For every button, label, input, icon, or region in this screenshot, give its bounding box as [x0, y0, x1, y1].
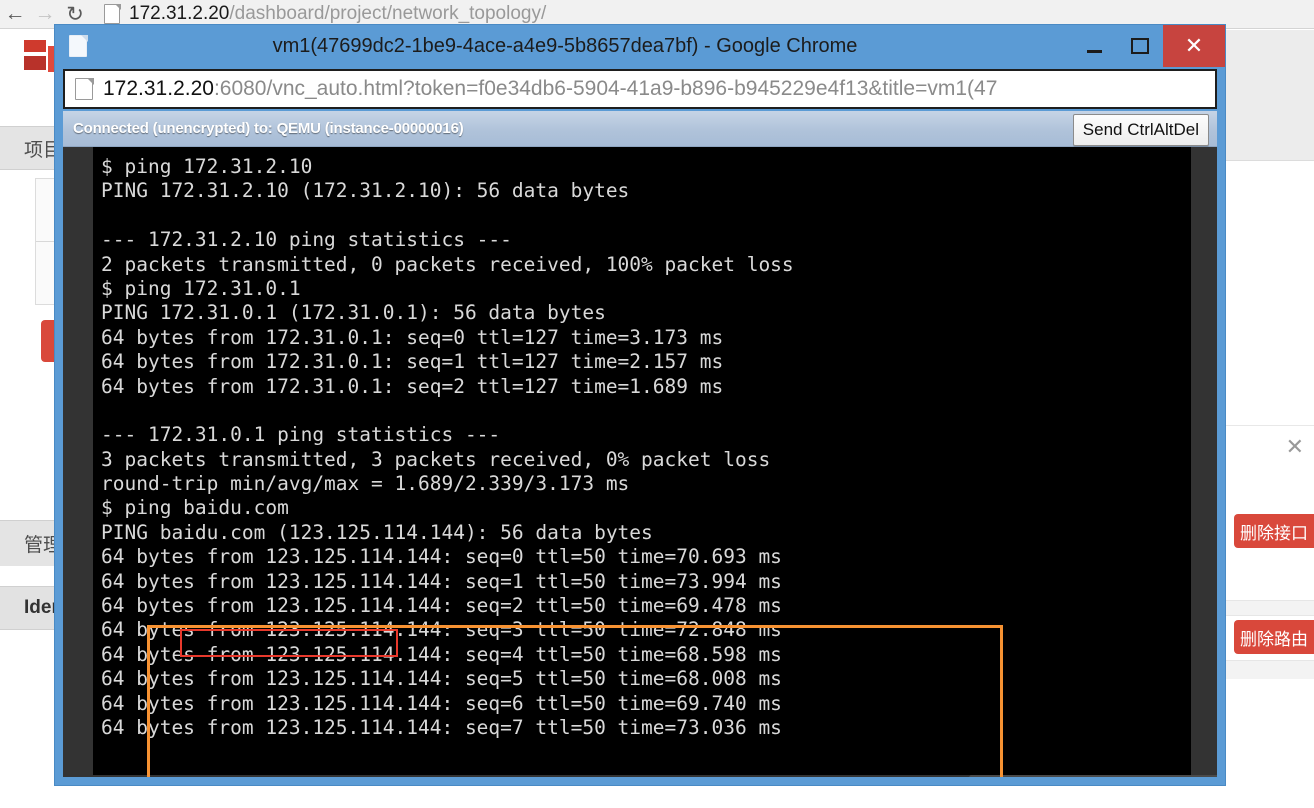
maximize-button[interactable] — [1117, 25, 1163, 67]
vnc-address-text: 172.31.2.20:6080/vnc_auto.html?token=f0e… — [103, 77, 997, 101]
window-controls: ✕ — [1071, 25, 1225, 67]
terminal-line: 64 bytes from 123.125.114.144: seq=3 ttl… — [101, 618, 782, 642]
close-icon: ✕ — [1184, 33, 1204, 58]
terminal-line: --- 172.31.0.1 ping statistics --- — [101, 423, 501, 447]
terminal-line: 64 bytes from 123.125.114.144: seq=0 ttl… — [101, 545, 782, 569]
send-ctrl-alt-del-label: Send CtrlAltDel — [1082, 120, 1199, 139]
terminal-line: 2 packets transmitted, 0 packets receive… — [101, 252, 794, 276]
terminal-line: PING baidu.com (123.125.114.144): 56 dat… — [101, 520, 653, 544]
terminal-line: PING 172.31.0.1 (172.31.0.1): 56 data by… — [101, 301, 606, 325]
terminal-line: 64 bytes from 123.125.114.144: seq=4 ttl… — [101, 642, 782, 666]
terminal-line: $ ping 172.31.0.1 — [101, 276, 301, 300]
window-title: vm1(47699dc2-1be9-4ace-a4e9-5b8657dea7bf… — [272, 34, 858, 57]
vnc-console-window: vm1(47699dc2-1be9-4ace-a4e9-5b8657dea7bf… — [55, 25, 1225, 785]
reload-icon[interactable]: ↻ — [60, 0, 90, 28]
card-footer — [1219, 660, 1314, 679]
terminal-line: $ ping 172.31.2.10 — [101, 155, 313, 178]
terminal-line: $ ping baidu.com — [101, 496, 289, 520]
delete-port-button[interactable]: 删除接口 — [1234, 514, 1314, 548]
terminal-line: 64 bytes from 172.31.0.1: seq=0 ttl=127 … — [101, 325, 724, 349]
terminal-output[interactable]: $ ping 172.31.2.10 PING 172.31.2.10 (172.… — [93, 147, 1191, 775]
maximize-icon — [1131, 38, 1149, 54]
novnc-status-bar: Connected (unencrypted) to: QEMU (instan… — [63, 111, 1217, 147]
connection-status-text: Connected (unencrypted) to: QEMU (instan… — [73, 120, 464, 137]
vnc-screen-canvas[interactable]: $ ping 172.31.2.10 PING 172.31.2.10 (172.… — [63, 147, 1217, 777]
terminal-line: 64 bytes from 123.125.114.144: seq=7 ttl… — [101, 715, 782, 739]
close-window-button[interactable]: ✕ — [1163, 25, 1225, 67]
browser-address-bar[interactable]: 172.31.2.20/dashboard/project/network_to… — [104, 0, 546, 28]
back-arrow-icon[interactable]: ← — [0, 0, 30, 28]
right-top-panel — [1218, 30, 1314, 161]
card-separator — [1219, 600, 1314, 616]
terminal-line: 64 bytes from 123.125.114.144: seq=6 ttl… — [101, 691, 782, 715]
page-document-icon — [75, 77, 94, 100]
delete-router-button[interactable]: 删除路由 — [1234, 620, 1314, 654]
vnc-address-rest: :6080/vnc_auto.html?token=f0e34db6-5904-… — [213, 77, 998, 100]
window-title-bar[interactable]: vm1(47699dc2-1be9-4ace-a4e9-5b8657dea7bf… — [55, 25, 1225, 67]
terminal-line: PING 172.31.2.10 (172.31.2.10): 56 data … — [101, 179, 630, 203]
address-host: 172.31.2.20 — [129, 3, 230, 24]
terminal-line: round-trip min/avg/max = 1.689/2.339/3.1… — [101, 472, 630, 496]
terminal-line: 64 bytes from 123.125.114.144: seq=1 ttl… — [101, 569, 782, 593]
vnc-address-host: 172.31.2.20 — [103, 77, 214, 100]
page-document-icon — [104, 3, 121, 24]
send-ctrl-alt-del-button[interactable]: Send CtrlAltDel — [1072, 114, 1209, 146]
vnc-address-bar[interactable]: 172.31.2.20:6080/vnc_auto.html?token=f0e… — [63, 69, 1217, 109]
terminal-line: 64 bytes from 172.31.0.1: seq=1 ttl=127 … — [101, 350, 724, 374]
close-icon[interactable]: ✕ — [1286, 436, 1304, 458]
minimize-icon — [1086, 49, 1102, 53]
terminal-line: 64 bytes from 172.31.0.1: seq=2 ttl=127 … — [101, 374, 724, 398]
address-path: /dashboard/project/network_topology/ — [229, 3, 547, 24]
terminal-line: 64 bytes from 123.125.114.144: seq=2 ttl… — [101, 594, 782, 618]
minimize-button[interactable] — [1071, 25, 1117, 67]
terminal-line: 3 packets transmitted, 3 packets receive… — [101, 447, 771, 471]
forward-arrow-icon[interactable]: → — [30, 0, 60, 28]
delete-router-label: 删除路由 — [1240, 629, 1308, 649]
delete-port-label: 删除接口 — [1240, 523, 1308, 543]
terminal-line: 64 bytes from 123.125.114.144: seq=5 ttl… — [101, 667, 782, 691]
terminal-line: --- 172.31.2.10 ping statistics --- — [101, 228, 512, 252]
